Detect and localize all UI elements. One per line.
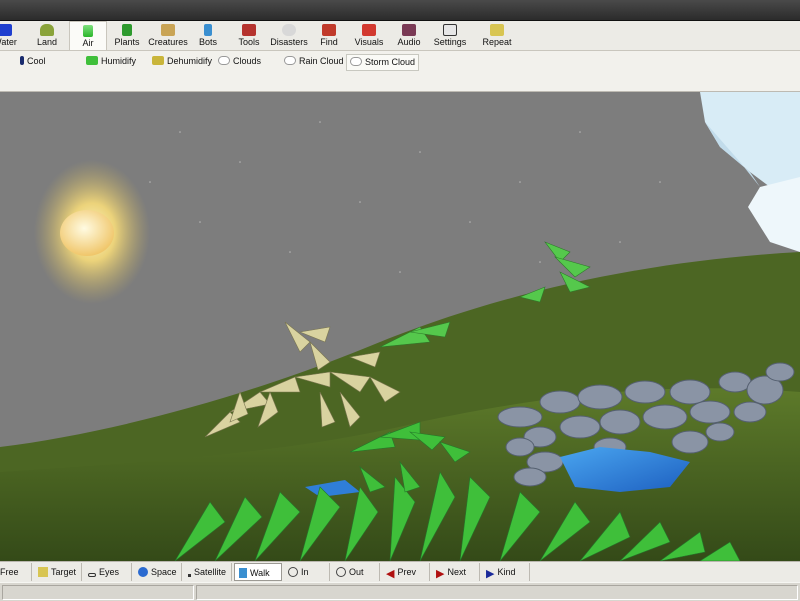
out-label: Out bbox=[349, 567, 364, 577]
free-camera-button[interactable]: Free bbox=[0, 563, 32, 581]
zoom-in-button[interactable]: In bbox=[284, 563, 330, 581]
tab-air[interactable]: Air bbox=[69, 21, 107, 50]
plants-icon bbox=[122, 24, 132, 36]
cloud-icon bbox=[218, 56, 230, 65]
tab-label: Settings bbox=[433, 37, 467, 47]
tab-bots[interactable]: Bots bbox=[194, 21, 222, 50]
prev-label: Prev bbox=[397, 567, 416, 577]
storm-cloud-label: Storm Cloud bbox=[365, 57, 416, 67]
humidify-label: Humidify bbox=[101, 56, 137, 66]
status-cell-right bbox=[196, 585, 798, 600]
target-camera-button[interactable]: Target bbox=[34, 563, 82, 581]
zoom-out-button[interactable]: Out bbox=[332, 563, 380, 581]
next-arrow-icon: ▶ bbox=[436, 568, 445, 580]
repeat-icon bbox=[490, 24, 504, 36]
storm-cloud-button[interactable]: Storm Cloud bbox=[346, 54, 420, 71]
tab-repeat[interactable]: Repeat bbox=[478, 21, 516, 50]
tab-settings[interactable]: Settings bbox=[432, 21, 468, 50]
tab-water[interactable]: Water bbox=[0, 21, 20, 50]
cool-label: Cool bbox=[27, 56, 46, 66]
tab-label: Plants bbox=[114, 37, 140, 47]
creatures-icon bbox=[161, 24, 175, 36]
rain-cloud-button[interactable]: Rain Cloud bbox=[284, 54, 344, 69]
eyes-label: Eyes bbox=[99, 567, 120, 577]
dehumidify-label: Dehumidify bbox=[167, 56, 213, 66]
tab-label: Audio bbox=[397, 37, 421, 47]
land-icon bbox=[40, 24, 54, 36]
kind-arrow-icon: ▶ bbox=[486, 568, 495, 580]
target-label: Target bbox=[51, 567, 77, 577]
walk-label: Walk bbox=[250, 568, 270, 578]
air-icon bbox=[83, 25, 93, 37]
tab-label: Find bbox=[320, 37, 338, 47]
water-icon bbox=[0, 24, 12, 36]
camera-toolbar: Free Target Eyes Space Satellite Walk In… bbox=[0, 561, 800, 583]
space-label: Space bbox=[151, 567, 177, 577]
tab-label: Creatures bbox=[148, 37, 188, 47]
tab-label: Land bbox=[36, 37, 58, 47]
satellite-icon bbox=[188, 574, 191, 577]
window-title-bar bbox=[0, 0, 800, 21]
settings-icon bbox=[443, 24, 457, 36]
category-toolbar: Water Land Air Plants Creatures Bots Too… bbox=[0, 21, 800, 51]
bots-icon bbox=[204, 24, 212, 36]
prev-arrow-icon: ◀ bbox=[386, 568, 395, 580]
rain-cloud-icon bbox=[284, 56, 296, 65]
kind-label: Kind bbox=[497, 567, 516, 577]
humidify-icon bbox=[86, 56, 98, 65]
satellite-camera-button[interactable]: Satellite bbox=[184, 563, 232, 581]
storm-cloud-icon bbox=[350, 57, 362, 66]
tab-label: Bots bbox=[198, 37, 217, 47]
target-icon bbox=[38, 567, 48, 577]
world-viewport[interactable] bbox=[0, 92, 800, 561]
tab-land[interactable]: Land bbox=[31, 21, 63, 50]
status-bar bbox=[0, 582, 800, 601]
cool-button[interactable]: Cool bbox=[20, 54, 46, 69]
scene-render bbox=[0, 92, 800, 561]
rain-cloud-label: Rain Cloud bbox=[299, 56, 344, 66]
tab-label: Water bbox=[0, 37, 17, 47]
kind-button[interactable]: ▶ Kind bbox=[482, 563, 530, 581]
tab-plants[interactable]: Plants bbox=[111, 21, 143, 50]
prev-button[interactable]: ◀ Prev bbox=[382, 563, 430, 581]
eyes-icon bbox=[88, 573, 96, 577]
dehumidify-button[interactable]: Dehumidify bbox=[152, 54, 212, 69]
next-label: Next bbox=[447, 567, 466, 577]
visuals-icon bbox=[362, 24, 376, 36]
disasters-icon bbox=[282, 24, 296, 36]
sun bbox=[34, 160, 150, 304]
tab-disasters[interactable]: Disasters bbox=[268, 21, 310, 50]
clouds-label: Clouds bbox=[233, 56, 262, 66]
tab-audio[interactable]: Audio bbox=[395, 21, 423, 50]
tools-icon bbox=[242, 24, 256, 36]
eyes-camera-button[interactable]: Eyes bbox=[84, 563, 132, 581]
walk-icon bbox=[239, 568, 247, 578]
audio-icon bbox=[402, 24, 416, 36]
tab-visuals[interactable]: Visuals bbox=[352, 21, 386, 50]
tab-label: Visuals bbox=[354, 37, 384, 47]
clouds-button[interactable]: Clouds bbox=[218, 54, 261, 69]
zoom-in-icon bbox=[288, 567, 298, 577]
tab-label: Air bbox=[82, 38, 94, 48]
space-icon bbox=[138, 567, 148, 577]
humidify-button[interactable]: Humidify bbox=[86, 54, 136, 69]
thermometer-icon bbox=[20, 56, 24, 65]
tab-label: Repeat bbox=[482, 37, 512, 47]
tab-creatures[interactable]: Creatures bbox=[147, 21, 189, 50]
tab-tools[interactable]: Tools bbox=[234, 21, 264, 50]
tab-label: Disasters bbox=[270, 37, 308, 47]
status-cell-left bbox=[2, 585, 194, 600]
free-label: Free bbox=[0, 567, 19, 577]
tab-find[interactable]: Find bbox=[315, 21, 343, 50]
zoom-out-icon bbox=[336, 567, 346, 577]
tab-label: Tools bbox=[238, 37, 260, 47]
walk-camera-button[interactable]: Walk bbox=[234, 563, 282, 581]
satellite-label: Satellite bbox=[194, 567, 227, 577]
dehumidify-icon bbox=[152, 56, 164, 65]
in-label: In bbox=[301, 567, 309, 577]
air-subtoolbar: Cool Humidify Dehumidify Clouds Rain Clo… bbox=[0, 51, 800, 92]
next-button[interactable]: ▶ Next bbox=[432, 563, 480, 581]
space-camera-button[interactable]: Space bbox=[134, 563, 182, 581]
find-icon bbox=[322, 24, 336, 36]
